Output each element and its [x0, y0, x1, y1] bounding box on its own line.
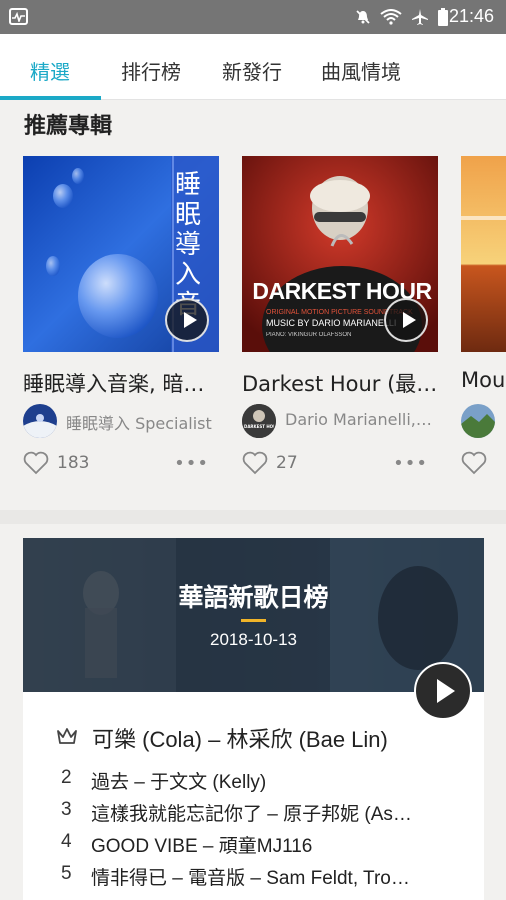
- chart-song-title[interactable]: 過去 – 于文文 (Kelly): [91, 767, 436, 794]
- heart-icon[interactable]: [242, 451, 268, 475]
- section-title-recommended: 推薦專輯: [24, 114, 113, 139]
- more-options-icon[interactable]: •••: [174, 453, 209, 474]
- play-button[interactable]: [384, 298, 428, 342]
- chart-rank: 4: [61, 831, 72, 852]
- status-icons: [355, 7, 448, 27]
- album-card[interactable]: Mou: [461, 156, 506, 486]
- artist-name[interactable]: 睡眠導入 Specialist: [66, 410, 226, 434]
- album-cover-text: 睡眠導入音: [175, 170, 202, 320]
- like-count: 27: [276, 453, 298, 473]
- more-options-icon[interactable]: •••: [393, 453, 428, 474]
- section-divider: [0, 510, 506, 524]
- play-button[interactable]: [165, 298, 209, 342]
- album-cover-piano: PIANO: VÍKINGUR ÓLAFSSON: [266, 332, 352, 338]
- heart-icon[interactable]: [461, 451, 487, 475]
- tab-charts[interactable]: 排行榜: [121, 56, 181, 85]
- like-row: 27 •••: [242, 451, 438, 477]
- chart-banner[interactable]: 華語新歌日榜 2018-10-13: [23, 538, 484, 692]
- artist-avatar[interactable]: [461, 404, 495, 438]
- chart-title-accent: [241, 619, 266, 622]
- activity-monitor-icon: [9, 8, 28, 25]
- chart-title: 華語新歌日榜: [178, 583, 329, 612]
- chart-song-title[interactable]: GOOD VIBE – 頑童MJ116: [91, 831, 436, 858]
- tab-genres-moods[interactable]: 曲風情境: [321, 56, 401, 85]
- chart-rank: 5: [61, 863, 72, 884]
- album-title[interactable]: Darkest Hour (最…: [242, 368, 452, 398]
- like-count: 183: [57, 453, 90, 473]
- like-row: 183 •••: [23, 451, 219, 477]
- album-title[interactable]: Mou: [461, 368, 506, 392]
- album-cover[interactable]: DARKEST HOUR ORIGINAL MOTION PICTURE SOU…: [242, 156, 438, 352]
- tab-new-releases[interactable]: 新發行: [222, 56, 282, 85]
- clock: 21:46: [448, 6, 494, 26]
- chart-entry[interactable]: 4 GOOD VIBE – 頑童MJ116: [61, 831, 461, 857]
- artist-avatar[interactable]: DARKEST HOUR: [242, 404, 276, 438]
- artist-avatar[interactable]: [23, 404, 57, 438]
- chart-entry[interactable]: 5 情非得已 – 電音版 – Sam Feldt, Tro…: [61, 863, 461, 889]
- status-bar: 21:46: [0, 0, 506, 34]
- chart-song-title[interactable]: 情非得已 – 電音版 – Sam Feldt, Tro…: [91, 863, 436, 890]
- crown-icon: [57, 728, 77, 744]
- airplane-icon: [412, 9, 428, 25]
- chart-entry[interactable]: 2 過去 – 于文文 (Kelly): [61, 767, 461, 793]
- tab-featured[interactable]: 精選: [30, 56, 70, 85]
- active-tab-indicator: [0, 96, 101, 100]
- tab-bar: 精選 排行榜 新發行 曲風情境: [0, 34, 506, 100]
- artist-name[interactable]: Dario Marianelli,…: [285, 410, 445, 429]
- chart-song-title[interactable]: 可樂 (Cola) – 林采欣 (Bae Lin): [92, 722, 388, 754]
- album-cover[interactable]: [461, 156, 506, 352]
- chart-banner-art: [23, 538, 484, 692]
- battery-icon: [438, 8, 448, 26]
- album-cover-art: [461, 156, 506, 352]
- heart-icon[interactable]: [23, 451, 49, 475]
- artist-row[interactable]: 睡眠導入 Specialist: [23, 404, 233, 438]
- wifi-icon: [380, 9, 402, 25]
- album-card[interactable]: DARKEST HOUR ORIGINAL MOTION PICTURE SOU…: [242, 156, 438, 475]
- chart-rank: 3: [61, 799, 72, 820]
- chart-song-title[interactable]: 這樣我就能忘記你了 – 原子邦妮 (As…: [91, 799, 436, 826]
- chart-date: 2018-10-13: [210, 630, 297, 649]
- artist-avatar-text: DARKEST HOUR: [244, 424, 274, 429]
- artist-row[interactable]: DARKEST HOUR Dario Marianelli,…: [242, 404, 452, 438]
- album-title[interactable]: 睡眠導入音楽, 暗…: [23, 368, 233, 398]
- artist-row[interactable]: [461, 404, 506, 438]
- chart-entry[interactable]: 3 這樣我就能忘記你了 – 原子邦妮 (As…: [61, 799, 461, 825]
- chart-rank: 2: [61, 767, 72, 788]
- chart-play-button[interactable]: [414, 662, 472, 720]
- album-cover[interactable]: 睡眠導入音: [23, 156, 219, 352]
- like-row: [461, 451, 506, 477]
- chart-card[interactable]: 華語新歌日榜 2018-10-13 可樂 (Cola) – 林采欣 (Bae L…: [23, 538, 484, 900]
- album-card[interactable]: 睡眠導入音 睡眠導入音楽, 暗… 睡眠導入 Specialist 183 •••: [23, 156, 219, 475]
- mute-icon: [356, 10, 370, 24]
